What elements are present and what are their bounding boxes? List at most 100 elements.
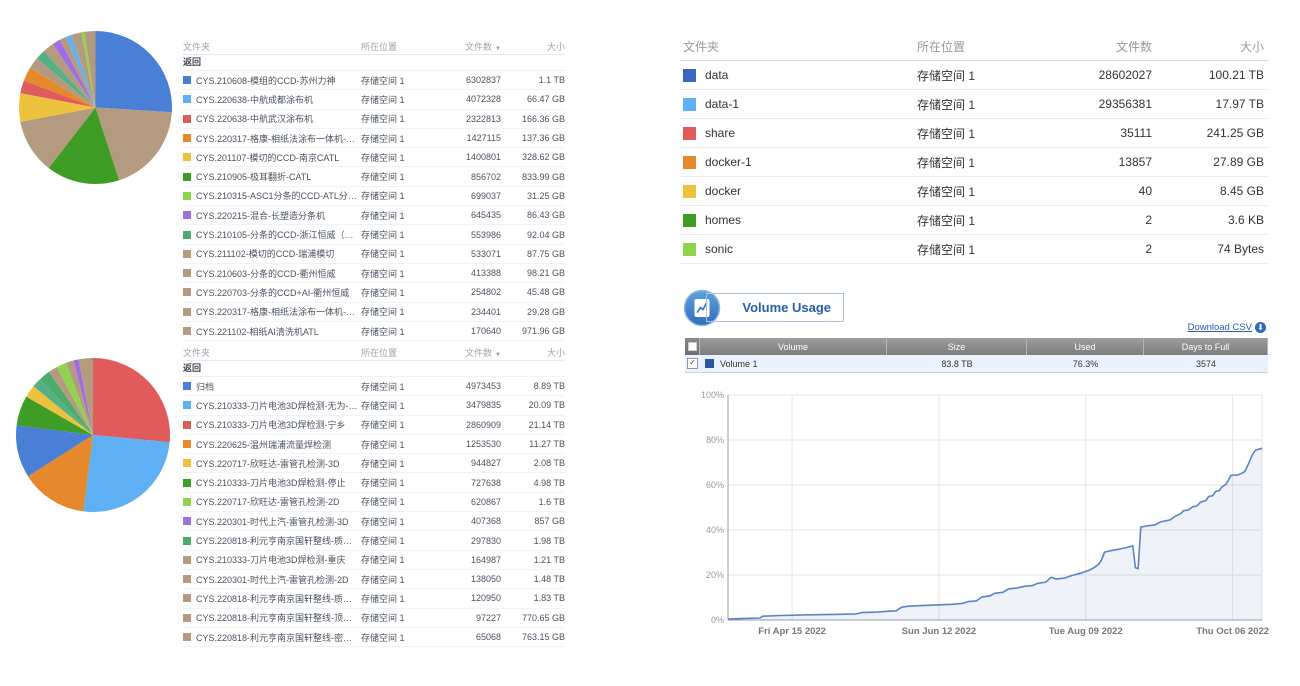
download-csv-link[interactable]: Download CSV — [1188, 322, 1252, 333]
folder-name-cell: share — [680, 126, 917, 140]
table-row[interactable]: CYS.201107-模切的CCD-南京CATL存储空间 11400801328… — [183, 148, 565, 167]
table-row[interactable]: homes存储空间 123.6 KB — [680, 206, 1268, 235]
folder-name-cell: CYS.220717-欣旺达-雷管孔检测-3D — [183, 457, 361, 470]
column-header-files[interactable]: 文件数▼ — [441, 346, 501, 359]
folder-name-cell: docker-1 — [680, 155, 917, 169]
folder-file-count: 699037 — [441, 191, 501, 201]
folder-name-cell: CYS.210603-分条的CCD-衢州恒威 — [183, 267, 361, 280]
table-row[interactable]: CYS.220215-混合-长塑造分条机存储空间 164543586.43 GB — [183, 206, 565, 225]
folder-size: 770.65 GB — [501, 613, 565, 623]
folder-name: share — [705, 126, 735, 140]
table-row[interactable]: CYS.211102-模切的CCD-瑞浦模切存储空间 153307187.75 … — [183, 245, 565, 264]
table-row[interactable]: CYS.220638-中航武汉涂布机存储空间 12322813166.36 GB — [183, 110, 565, 129]
column-header-size[interactable]: 大小 — [501, 346, 565, 359]
table-row[interactable]: CYS.210315-ASC1分条的CCD-ATL分条机存储空间 1699037… — [183, 187, 565, 206]
column-header-folder[interactable]: 文件夹 — [680, 38, 917, 55]
folder-color-swatch — [183, 211, 191, 219]
table-row[interactable]: docker存储空间 1408.45 GB — [680, 177, 1268, 206]
table-row[interactable]: CYS.220317-格康-相纸法涂布一体机-定位存储空间 123440129.… — [183, 303, 565, 322]
folder-name: CYS.210603-分条的CCD-衢州恒威 — [196, 267, 336, 280]
table-row[interactable]: data存储空间 128602027100.21 TB — [680, 61, 1268, 90]
table-row[interactable]: CYS.210603-分条的CCD-衢州恒威存储空间 141338898.21 … — [183, 264, 565, 283]
column-header-files[interactable]: 文件数 — [1032, 38, 1152, 55]
table-row[interactable]: CYS.220317-格康-相纸法涂布一体机-缺陷检测存储空间 11427115… — [183, 129, 565, 148]
folder-color-swatch — [183, 115, 191, 123]
folder-file-count: 170640 — [441, 326, 501, 336]
volume-usage-chart: 0%20%40%60%80%100%Fri Apr 15 2022Sun Jun… — [700, 388, 1270, 646]
download-icon[interactable]: ⬇ — [1255, 322, 1266, 333]
folder-size: 74 Bytes — [1152, 242, 1268, 256]
folder-color-swatch — [683, 69, 696, 82]
table-row[interactable]: 归档存储空间 149734538.89 TB — [183, 377, 565, 396]
x-axis-tick-label: Sun Jun 12 2022 — [902, 626, 976, 637]
table-row[interactable]: CYS.220301-时代上汽-雷管孔检测-2D存储空间 11380501.48… — [183, 570, 565, 589]
back-link[interactable]: 返回 — [183, 55, 565, 71]
folder-color-swatch — [183, 517, 191, 525]
column-header-folder[interactable]: 文件夹 — [183, 346, 361, 359]
table-row[interactable]: CYS.220301-时代上汽-雷管孔检测-3D存储空间 1407368857 … — [183, 512, 565, 531]
column-header-location[interactable]: 所在位置 — [917, 38, 1032, 55]
column-header-location[interactable]: 所在位置 — [361, 346, 441, 359]
table-row[interactable]: CYS.220818-利元亨南京国轩整线-质量焊-2D存储空间 11209501… — [183, 589, 565, 608]
table-row[interactable]: CYS.220818-利元亨南京国轩整线-顶盖激光焊缝-...存储空间 1972… — [183, 609, 565, 628]
table-row[interactable]: CYS.210333-刀片电池3D焊检测-宁乡存储空间 1286090921.1… — [183, 416, 565, 435]
column-header-files[interactable]: 文件数▼ — [441, 40, 501, 53]
table-row[interactable]: data-1存储空间 12935638117.97 TB — [680, 90, 1268, 119]
table-row[interactable]: CYS.220703-分条的CCD+AI-衢州恒威存储空间 125480245.… — [183, 283, 565, 302]
folder-location: 存储空间 1 — [361, 132, 441, 145]
folder-name: CYS.210905-极耳翻折-CATL — [196, 170, 311, 183]
volume-row[interactable]: ✓ Volume 1 83.8 TB 76.3% 3574 — [685, 355, 1268, 373]
table-row[interactable]: CYS.210905-极耳翻折-CATL存储空间 1856702833.99 G… — [183, 167, 565, 186]
folder-color-swatch — [183, 269, 191, 277]
folder-name: CYS.210333-刀片电池3D焊检测-无为-2期 — [196, 399, 361, 412]
folder-name: 归档 — [196, 380, 214, 393]
table-row[interactable]: CYS.210608-模组的CCD-苏州力神存储空间 163028371.1 T… — [183, 71, 565, 90]
folder-name-cell: homes — [680, 213, 917, 227]
table-row[interactable]: share存储空间 135111241.25 GB — [680, 119, 1268, 148]
folder-location: 存储空间 1 — [917, 67, 1032, 84]
folder-file-count: 413388 — [441, 268, 501, 278]
table-row[interactable]: CYS.210105-分条的CCD-浙江恒威（兰溪）存储空间 155398692… — [183, 225, 565, 244]
folder-location: 存储空间 1 — [361, 515, 441, 528]
folder-color-swatch — [183, 173, 191, 181]
back-link[interactable]: 返回 — [183, 361, 565, 377]
table-row[interactable]: CYS.220818-利元亨南京国轩整线-密封钉存储空间 165068763.1… — [183, 628, 565, 647]
folder-file-count: 1400801 — [441, 152, 501, 162]
folder-color-swatch — [683, 98, 696, 111]
folder-name: CYS.210333-刀片电池3D焊检测-停止 — [196, 476, 346, 489]
folder-size: 11.27 TB — [501, 439, 565, 449]
folder-name: CYS.220301-时代上汽-雷管孔检测-3D — [196, 515, 349, 528]
table-row[interactable]: CYS.210333-刀片电池3D焊检测-停止存储空间 17276384.98 … — [183, 473, 565, 492]
folder-color-swatch — [183, 479, 191, 487]
table-row[interactable]: CYS.220638-中航成都涂布机存储空间 1407232866.47 GB — [183, 90, 565, 109]
column-header-size[interactable]: 大小 — [501, 40, 565, 53]
table-row[interactable]: CYS.220717-欣旺达-雷管孔检测-3D存储空间 19448272.08 … — [183, 454, 565, 473]
column-header-folder[interactable]: 文件夹 — [183, 40, 361, 53]
table-row[interactable]: docker-1存储空间 11385727.89 GB — [680, 148, 1268, 177]
table-row[interactable]: sonic存储空间 1274 Bytes — [680, 235, 1268, 264]
folder-file-count: 254802 — [441, 287, 501, 297]
table-row[interactable]: CYS.221102-相纸AI清洗机ATL存储空间 1170640971.96 … — [183, 322, 565, 341]
folder-file-count: 3479835 — [441, 400, 501, 410]
folder-name: CYS.201107-模切的CCD-南京CATL — [196, 151, 339, 164]
table-row[interactable]: CYS.220717-欣旺达-雷管孔检测-2D存储空间 16208671.6 T… — [183, 493, 565, 512]
table-row[interactable]: CYS.210333-刀片电池3D焊检测-无为-2期存储空间 134798352… — [183, 396, 565, 415]
y-axis-tick-label: 60% — [706, 480, 724, 490]
folder-name-cell: CYS.220301-时代上汽-雷管孔检测-3D — [183, 515, 361, 528]
select-all-header-cell[interactable] — [685, 338, 700, 355]
folder-size: 29.28 GB — [501, 307, 565, 317]
folder-file-count: 29356381 — [1032, 97, 1152, 111]
folder-location: 存储空间 1 — [361, 189, 441, 202]
folder-file-count: 28602027 — [1032, 68, 1152, 82]
folder-location: 存储空间 1 — [361, 611, 441, 624]
table-row[interactable]: CYS.220625-温州瑞浦流量焊检测存储空间 1125353011.27 T… — [183, 435, 565, 454]
column-header-size[interactable]: 大小 — [1152, 38, 1268, 55]
column-header-location[interactable]: 所在位置 — [361, 40, 441, 53]
folder-name: CYS.220317-格康-相纸法涂布一体机-缺陷检测 — [196, 132, 361, 145]
folder-color-swatch — [183, 288, 191, 296]
folder-name: docker — [705, 184, 741, 198]
folder-size: 1.83 TB — [501, 593, 565, 603]
volume-checkbox[interactable]: ✓ — [687, 358, 698, 369]
table-row[interactable]: CYS.210333-刀片电池3D焊检测-重庆存储空间 11649871.21 … — [183, 551, 565, 570]
table-row[interactable]: CYS.220818-利元亨南京国轩整线-质量焊-3D存储空间 12978301… — [183, 531, 565, 550]
